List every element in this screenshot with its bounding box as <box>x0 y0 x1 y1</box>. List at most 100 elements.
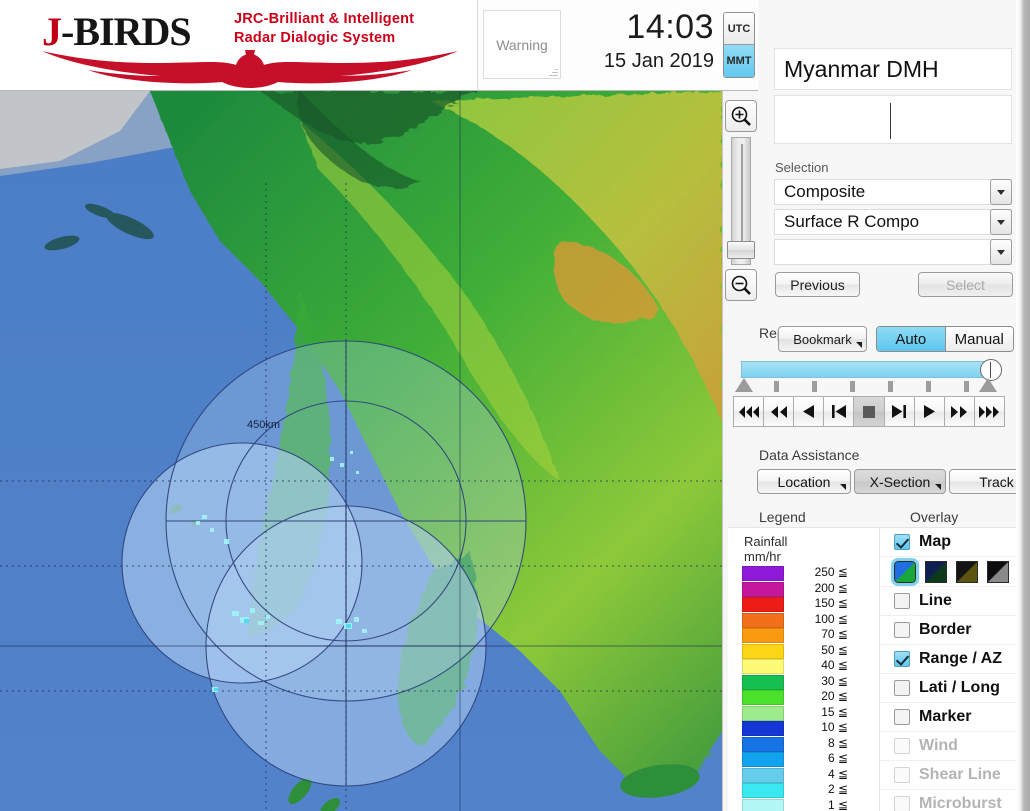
select-button: Select <box>918 272 1013 297</box>
logo-tagline-line1: JRC-Brilliant & Intelligent <box>234 11 415 27</box>
location-label: Location <box>777 473 831 490</box>
zoom-in-icon <box>731 106 751 126</box>
overlay-label-wind: Wind <box>919 737 958 754</box>
previous-button[interactable]: Previous <box>775 272 860 297</box>
overlay-item-line[interactable]: Line <box>880 587 1016 616</box>
overlay-item-border[interactable]: Border <box>880 616 1016 645</box>
clock-time: 14:03 <box>626 8 714 46</box>
timeline-start-marker-icon[interactable] <box>735 378 753 392</box>
replay-timeline-slider[interactable] <box>735 359 1003 392</box>
text-caret <box>890 103 891 139</box>
bookmark-label: Bookmark <box>793 331 852 347</box>
timezone-utc-button[interactable]: UTC <box>724 13 754 45</box>
radar-map-canvas[interactable]: 450km <box>0 91 722 811</box>
legend-color-swatch <box>742 628 784 643</box>
dropdown-triangle-icon <box>856 342 862 348</box>
map-style-swatches <box>880 557 1016 587</box>
map-style-color[interactable] <box>891 557 919 586</box>
legend-value: 150 ≦ <box>814 596 848 610</box>
map-style-gray[interactable] <box>987 560 1009 583</box>
rewind-icon <box>770 405 787 418</box>
map-style-dark-blue[interactable] <box>925 560 947 583</box>
timezone-mmt-button[interactable]: MMT <box>724 45 754 77</box>
chevron-down-icon[interactable] <box>990 209 1012 235</box>
skip-to-start-button[interactable] <box>733 396 765 427</box>
timezone-toggle[interactable]: UTC MMT <box>723 12 755 78</box>
chevron-down-icon[interactable] <box>990 179 1012 205</box>
replay-auto-button[interactable]: Auto <box>877 327 946 351</box>
zoom-in-button[interactable] <box>725 100 757 132</box>
timeline-track[interactable] <box>741 361 993 378</box>
stop-icon <box>862 405 875 418</box>
legend-row: 6 ≦ <box>728 751 880 768</box>
selection-dropdown-composite[interactable]: Composite <box>774 179 1012 205</box>
legend-row: 200 ≦ <box>728 581 880 598</box>
warning-label: Warning <box>496 36 548 53</box>
legend-value: 10 ≦ <box>821 720 848 734</box>
jbirds-radar-window: J-BIRDS JRC-Brilliant & Intelligent Rada… <box>0 0 1030 811</box>
chevron-down-icon[interactable] <box>990 239 1012 265</box>
checkbox-map[interactable] <box>894 534 910 550</box>
legend-value: 2 ≦ <box>827 782 848 796</box>
legend-color-swatch <box>742 783 784 798</box>
rewind-all-icon <box>738 405 759 418</box>
play-button[interactable] <box>914 396 945 427</box>
radar-map-view[interactable]: 450km <box>0 91 722 811</box>
legend-color-swatch <box>742 736 784 752</box>
overlay-label-range-az: Range / AZ <box>919 650 1002 667</box>
overlay-item-marker[interactable]: Marker <box>880 703 1016 732</box>
panel-scrollbar[interactable] <box>1016 0 1030 811</box>
fast-forward-button[interactable] <box>944 396 975 427</box>
playback-controls <box>733 396 1005 427</box>
map-style-olive[interactable] <box>956 560 978 583</box>
overlay-item-lati-long[interactable]: Lati / Long <box>880 674 1016 703</box>
logo-birds-text: -BIRDS <box>61 9 192 54</box>
selection-dropdown-extra[interactable] <box>774 239 1012 265</box>
next-frame-button[interactable] <box>884 396 915 427</box>
checkbox-border[interactable] <box>894 622 910 638</box>
data-assistance-label: Data Assistance <box>759 447 860 463</box>
clock-date: 15 Jan 2019 <box>603 50 714 72</box>
legend-color-swatch <box>742 798 784 811</box>
overlay-options: Map Line Border Range / AZ Lati / Long Marker… <box>880 527 1016 811</box>
checkbox-marker[interactable] <box>894 709 910 725</box>
checkbox-lati-long[interactable] <box>894 680 910 696</box>
checkbox-range-az[interactable] <box>894 651 910 667</box>
overlay-item-range-az[interactable]: Range / AZ <box>880 645 1016 674</box>
location-button[interactable]: Location <box>757 469 851 494</box>
stop-button[interactable] <box>854 396 885 427</box>
timeline-end-marker-icon[interactable] <box>979 378 997 392</box>
legend-color-swatch <box>742 721 784 736</box>
checkbox-line[interactable] <box>894 593 910 609</box>
legend-row: 30 ≦ <box>728 674 880 691</box>
legend-color-swatch <box>742 659 784 674</box>
site-info-field[interactable] <box>774 95 1012 144</box>
logo-tagline-line2: Radar Dialogic System <box>234 30 396 46</box>
legend-color-swatch <box>742 752 784 767</box>
legend-row: 250 ≦ <box>728 565 880 582</box>
replay-manual-button[interactable]: Manual <box>945 327 1013 351</box>
previous-frame-button[interactable] <box>824 396 855 427</box>
rewind-button[interactable] <box>764 396 795 427</box>
step-back-button[interactable] <box>794 396 825 427</box>
rainfall-legend: Rainfall mm/hr 250 ≦ 200 ≦ 150 ≦ 100 ≦ 70 ≦ 5… <box>728 527 880 811</box>
logo-tagline: JRC-Brilliant & Intelligent Radar Dialog… <box>234 10 414 48</box>
overlay-item-map[interactable]: Map <box>880 528 1016 557</box>
skip-to-end-button[interactable] <box>974 396 1005 427</box>
overlay-label-line: Line <box>919 592 952 609</box>
overlay-label: Overlay <box>910 509 959 525</box>
legend-row: 15 ≦ <box>728 705 880 722</box>
play-icon <box>923 405 935 418</box>
legend-color-swatch <box>742 581 784 597</box>
zoom-slider-groove <box>741 144 743 256</box>
zoom-out-button[interactable] <box>725 269 757 301</box>
legend-color-swatch <box>742 674 784 690</box>
overlay-label-marker: Marker <box>919 708 972 725</box>
warning-button[interactable]: Warning <box>483 10 561 79</box>
bookmark-button[interactable]: Bookmark <box>778 326 867 352</box>
selection-dropdown-product[interactable]: Surface R Compo <box>774 209 1012 235</box>
legend-row: 10 ≦ <box>728 720 880 737</box>
xsection-button[interactable]: X-Section <box>854 469 946 494</box>
replay-mode-toggle[interactable]: Auto Manual <box>876 326 1014 352</box>
zoom-slider-handle[interactable] <box>727 241 755 259</box>
